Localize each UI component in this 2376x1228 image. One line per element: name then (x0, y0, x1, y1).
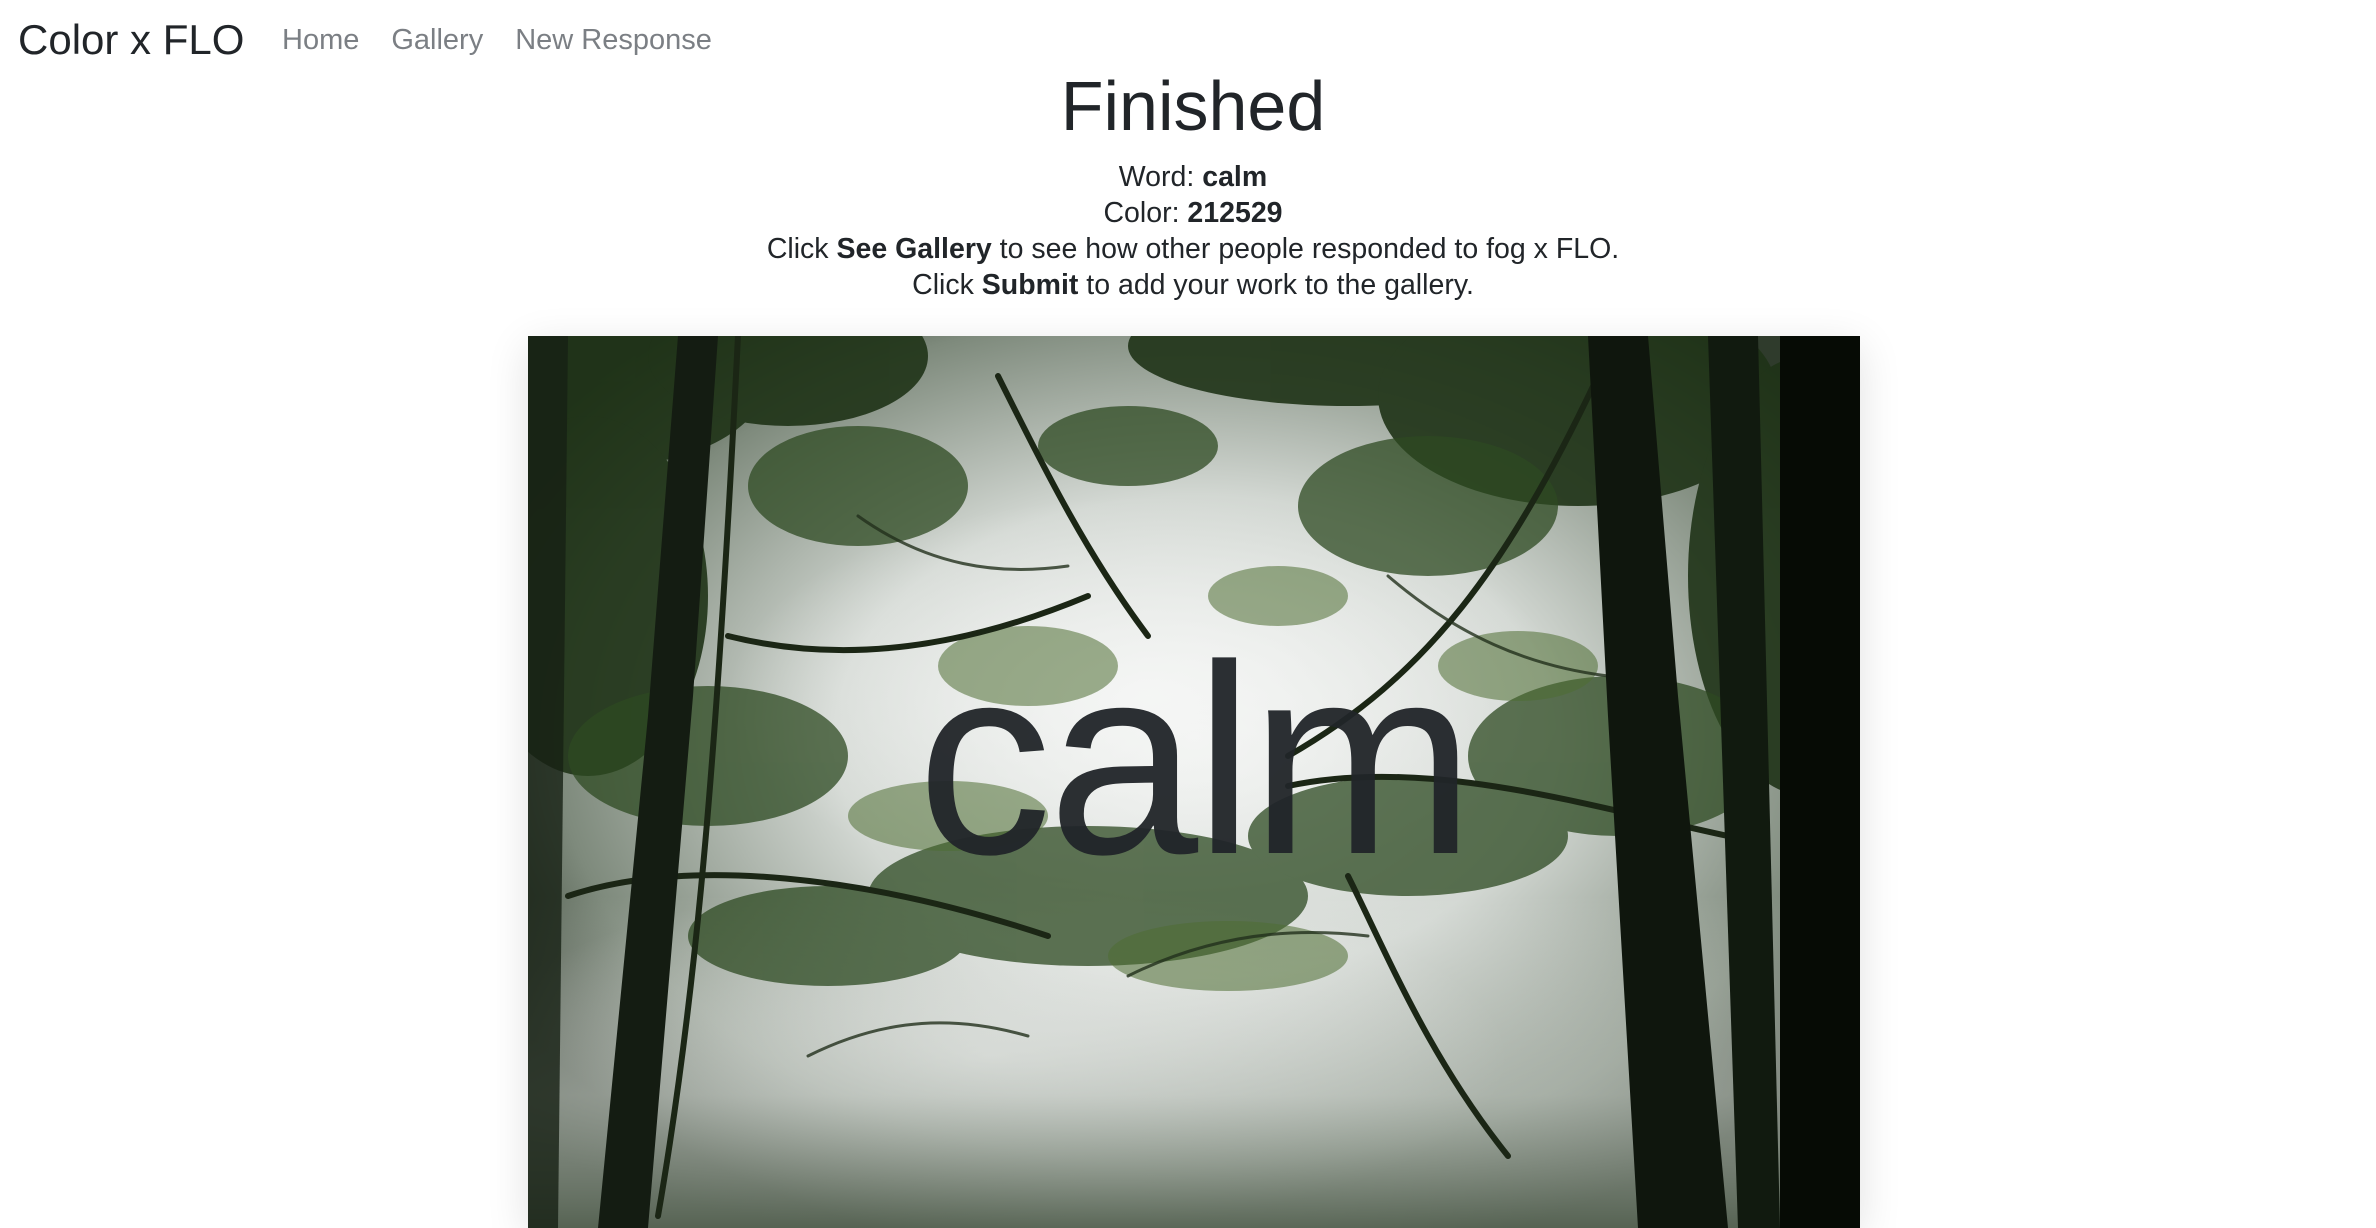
color-line: Color: 212529 (0, 195, 2376, 231)
result-info: Word: calm Color: 212529 Click See Galle… (0, 159, 2376, 303)
word-label: Word: (1118, 161, 1203, 193)
page-title: Finished (1060, 67, 1326, 145)
color-label: Color: (1103, 197, 1188, 229)
overlay-word: calm (916, 610, 1475, 911)
submit-instruction: Click Submit to add your work to the gal… (0, 267, 2376, 303)
brand-logo[interactable]: Color x FLO (18, 10, 244, 70)
artwork-canvas: calm (528, 336, 1860, 1228)
nav-links: Home Gallery New Response (282, 16, 712, 64)
color-value: 212529 (1187, 197, 1283, 229)
gallery-instruction: Click See Gallery to see how other peopl… (0, 231, 2376, 267)
submit-emphasis: Submit (981, 269, 1079, 301)
word-line: Word: calm (0, 159, 2376, 195)
submit-instruction-prefix: Click (912, 269, 982, 301)
gallery-instruction-suffix: to see how other people responded to fog… (991, 233, 1620, 265)
word-value: calm (1202, 161, 1268, 193)
see-gallery-emphasis: See Gallery (836, 233, 992, 265)
nav-link-new-response[interactable]: New Response (515, 16, 712, 64)
submit-instruction-suffix: to add your work to the gallery. (1078, 269, 1474, 301)
nav-link-home[interactable]: Home (282, 16, 359, 64)
nav-link-gallery[interactable]: Gallery (391, 16, 483, 64)
gallery-instruction-prefix: Click (766, 233, 837, 265)
